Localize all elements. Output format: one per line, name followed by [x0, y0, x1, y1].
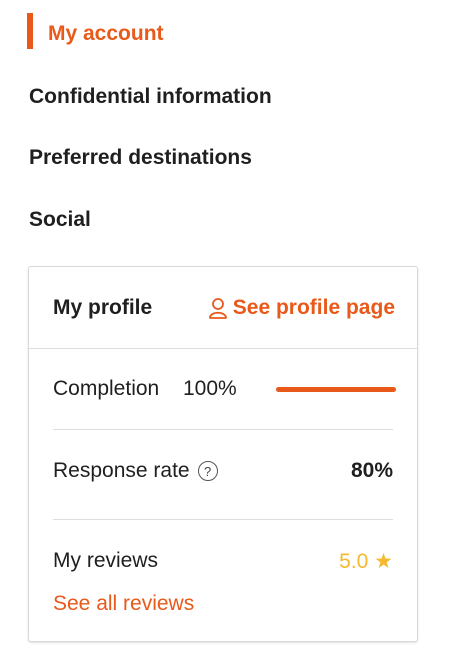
nav-item-preferred-destinations[interactable]: Preferred destinations	[29, 146, 252, 170]
divider	[53, 519, 393, 520]
response-rate-label: Response rate	[53, 459, 190, 482]
completion-value: 100%	[183, 377, 237, 400]
profile-card-title: My profile	[53, 296, 153, 319]
active-indicator	[27, 13, 33, 49]
profile-card-header: My profile See profile page	[29, 267, 417, 349]
reviews-label: My reviews	[53, 549, 159, 572]
completion-label: Completion	[53, 377, 160, 400]
question-circle-icon[interactable]: ?	[197, 461, 218, 482]
divider	[53, 429, 393, 430]
response-rate-label-group: Response rate?	[53, 459, 218, 483]
nav-item-social[interactable]: Social	[29, 208, 91, 232]
reviews-row: My reviews 5.0 ★	[53, 549, 393, 579]
see-all-reviews-link[interactable]: See all reviews	[53, 592, 194, 616]
see-profile-page-label: See profile page	[232, 296, 395, 319]
reviews-rating: 5.0 ★	[339, 550, 393, 573]
completion-progress-fill	[276, 387, 396, 392]
see-profile-page-link[interactable]: See profile page	[208, 296, 395, 320]
user-icon	[208, 297, 228, 319]
response-rate-row: Response rate? 80%	[53, 459, 393, 489]
completion-progress-bar	[276, 387, 396, 392]
profile-card: My profile See profile page Completion 1…	[28, 266, 418, 642]
response-rate-value: 80%	[350, 459, 393, 482]
nav-item-confidential-information[interactable]: Confidential information	[29, 85, 272, 109]
nav-item-my-account[interactable]: My account	[48, 22, 164, 46]
